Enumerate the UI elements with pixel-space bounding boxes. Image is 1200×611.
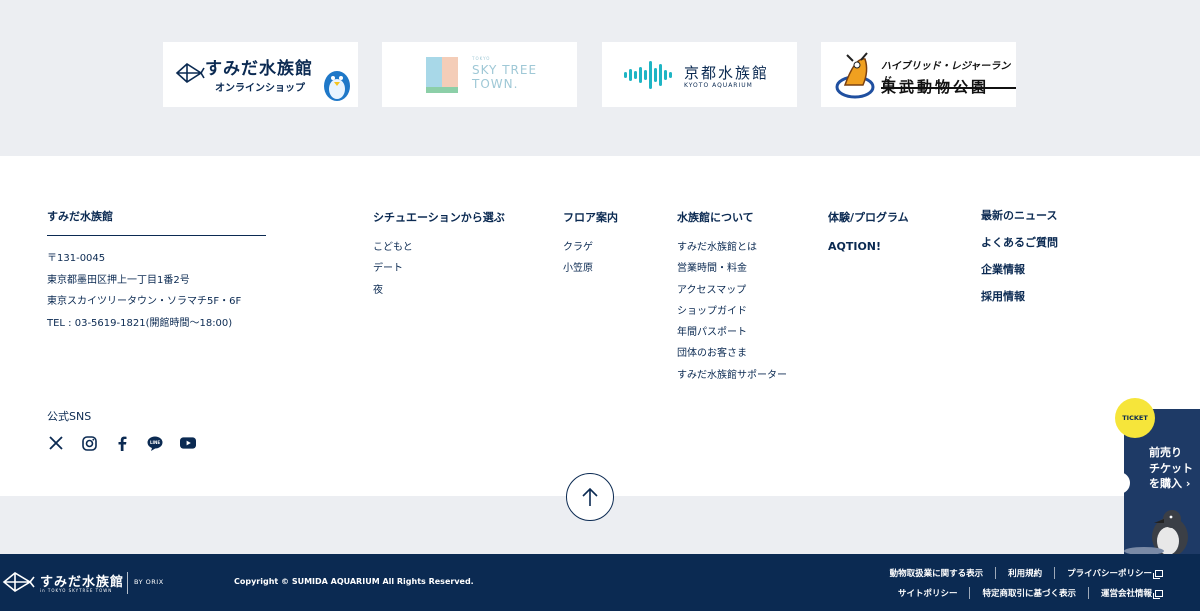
nav-link[interactable]: 年間パスポート <box>677 322 787 343</box>
external-link-icon <box>1153 589 1163 599</box>
sumida-shop-title: すみだ水族館 <box>205 59 313 79</box>
ticket-text: 前売り チケット を購入 › <box>1149 446 1193 490</box>
back-to-top-button[interactable] <box>566 473 614 521</box>
nav-column-program: 体験/プログラム AQTION! <box>828 209 909 257</box>
nav-link[interactable]: アクセスマップ <box>677 280 787 301</box>
link-site-policy[interactable]: サイトポリシー <box>886 587 970 599</box>
column-title: 水族館について <box>677 211 754 224</box>
by-orix: BY ORIX <box>134 578 164 586</box>
nav-link-aqtion[interactable]: AQTION! <box>828 237 909 257</box>
nav-link[interactable]: クラゲ <box>563 237 618 258</box>
column-title: フロア案内 <box>563 211 618 224</box>
tobu-bottom-text: 東武動物公園 <box>881 78 990 96</box>
link-operating-company[interactable]: 運営会社情報 <box>1087 587 1175 599</box>
brand-divider <box>47 235 266 236</box>
legal-links-row-2: サイトポリシー 特定商取引に基づく表示 運営会社情報 <box>886 587 1175 599</box>
sumida-shop-subtitle: オンラインショップ <box>215 83 305 94</box>
penguin-mascot-icon <box>324 71 350 101</box>
nav-link[interactable]: 営業時間・料金 <box>677 258 787 279</box>
copyright: Copyright © SUMIDA AQUARIUM All Rights R… <box>234 577 474 586</box>
nav-link-news[interactable]: 最新のニュース <box>981 209 1058 223</box>
instagram-icon[interactable] <box>81 435 97 451</box>
footer-brand: すみだ水族館 <box>47 210 113 223</box>
ticket-badge: TICKET <box>1115 398 1155 438</box>
skytree-town-logo-icon <box>426 57 458 93</box>
ticket-purchase-button[interactable]: TICKET 前売り チケット を購入 › <box>1115 398 1200 554</box>
banner-kyoto-aquarium[interactable]: 京都水族館 KYOTO AQUARIUM <box>602 42 797 107</box>
tobu-zoo-logo-icon <box>835 52 875 99</box>
link-animal-business[interactable]: 動物取扱業に関する表示 <box>878 567 996 579</box>
nav-link-recruit[interactable]: 採用情報 <box>981 283 1058 310</box>
legal-links-row-1: 動物取扱業に関する表示 利用規約 プライバシーポリシー <box>878 567 1175 579</box>
line-icon[interactable]: LINE <box>147 435 163 451</box>
bottom-bar: すみだ水族館 in TOKYO SKYTREE TOWN BY ORIX Cop… <box>0 554 1200 611</box>
site-footer: すみだ水族館 〒131-0045 東京都墨田区押上一丁目1番2号 東京スカイツリ… <box>0 156 1200 496</box>
nav-link[interactable]: すみだ水族館サポーター <box>677 365 787 386</box>
nav-link[interactable]: 夜 <box>373 280 505 301</box>
footer-address: 〒131-0045 東京都墨田区押上一丁目1番2号 東京スカイツリータウン・ソラ… <box>47 248 241 334</box>
nav-column-misc: 最新のニュース よくあるご質問 企業情報 採用情報 <box>981 209 1058 310</box>
kyoto-wave-logo-icon <box>624 61 672 89</box>
facebook-icon[interactable] <box>114 435 130 451</box>
column-title[interactable]: 体験/プログラム <box>828 209 909 225</box>
skytree-small: TOKYO <box>472 56 491 61</box>
bottom-brand-sub: in TOKYO SKYTREE TOWN <box>40 588 113 593</box>
penguin-icon <box>1124 510 1188 554</box>
link-privacy-policy[interactable]: プライバシーポリシー <box>1054 567 1175 579</box>
youtube-icon[interactable] <box>180 435 196 451</box>
brand-divider <box>127 572 128 594</box>
nav-link[interactable]: すみだ水族館とは <box>677 237 787 258</box>
link-commercial-transactions[interactable]: 特定商取引に基づく表示 <box>969 587 1088 599</box>
nav-column-floor: フロア案内 クラゲ 小笠原 <box>563 209 618 280</box>
nav-link-faq[interactable]: よくあるご質問 <box>981 229 1058 256</box>
nav-link[interactable]: 団体のお客さま <box>677 343 787 364</box>
arrow-up-icon <box>582 487 598 506</box>
kyoto-subtitle: KYOTO AQUARIUM <box>684 82 753 89</box>
banner-sumida-online-shop[interactable]: すみだ水族館 オンラインショップ <box>163 42 358 107</box>
sns-links: LINE <box>48 435 196 451</box>
nav-link-company[interactable]: 企業情報 <box>981 256 1058 283</box>
address-line: 東京スカイツリータウン・ソラマチ5F・6F <box>47 296 242 307</box>
external-link-icon <box>1153 569 1163 579</box>
banner-skytree-town[interactable]: TOKYO SKY TREE TOWN. <box>382 42 577 107</box>
nav-link[interactable]: こどもと <box>373 237 505 258</box>
banner-tobu-zoo[interactable]: ハイブリッド・レジャーランド 東武動物公園 <box>821 42 1016 107</box>
fish-logo-icon <box>2 572 35 592</box>
address-line: TEL : 03-5619-1821(開館時間〜18:00) <box>47 317 233 329</box>
link-terms[interactable]: 利用規約 <box>995 567 1054 579</box>
column-title: シチュエーションから選ぶ <box>373 211 505 224</box>
skytree-text: SKY TREE TOWN. <box>472 63 538 91</box>
nav-column-about: 水族館について すみだ水族館とは 営業時間・料金 アクセスマップ ショップガイド… <box>677 209 787 386</box>
svg-text:LINE: LINE <box>150 440 160 445</box>
sns-title: 公式SNS <box>47 410 92 423</box>
nav-link[interactable]: ショップガイド <box>677 301 787 322</box>
address-line: 東京都墨田区押上一丁目1番2号 <box>47 274 190 286</box>
nav-column-situation: シチュエーションから選ぶ こどもと デート 夜 <box>373 209 505 301</box>
nav-link[interactable]: 小笠原 <box>563 258 618 279</box>
fish-logo-icon <box>175 62 205 84</box>
kyoto-title: 京都水族館 <box>684 64 770 82</box>
nav-link[interactable]: デート <box>373 258 505 279</box>
partner-banners: すみだ水族館 オンラインショップ TOKYO SKY TREE TOWN. 京都… <box>0 0 1200 156</box>
x-icon[interactable] <box>48 435 64 451</box>
address-line: 〒131-0045 <box>47 253 106 264</box>
